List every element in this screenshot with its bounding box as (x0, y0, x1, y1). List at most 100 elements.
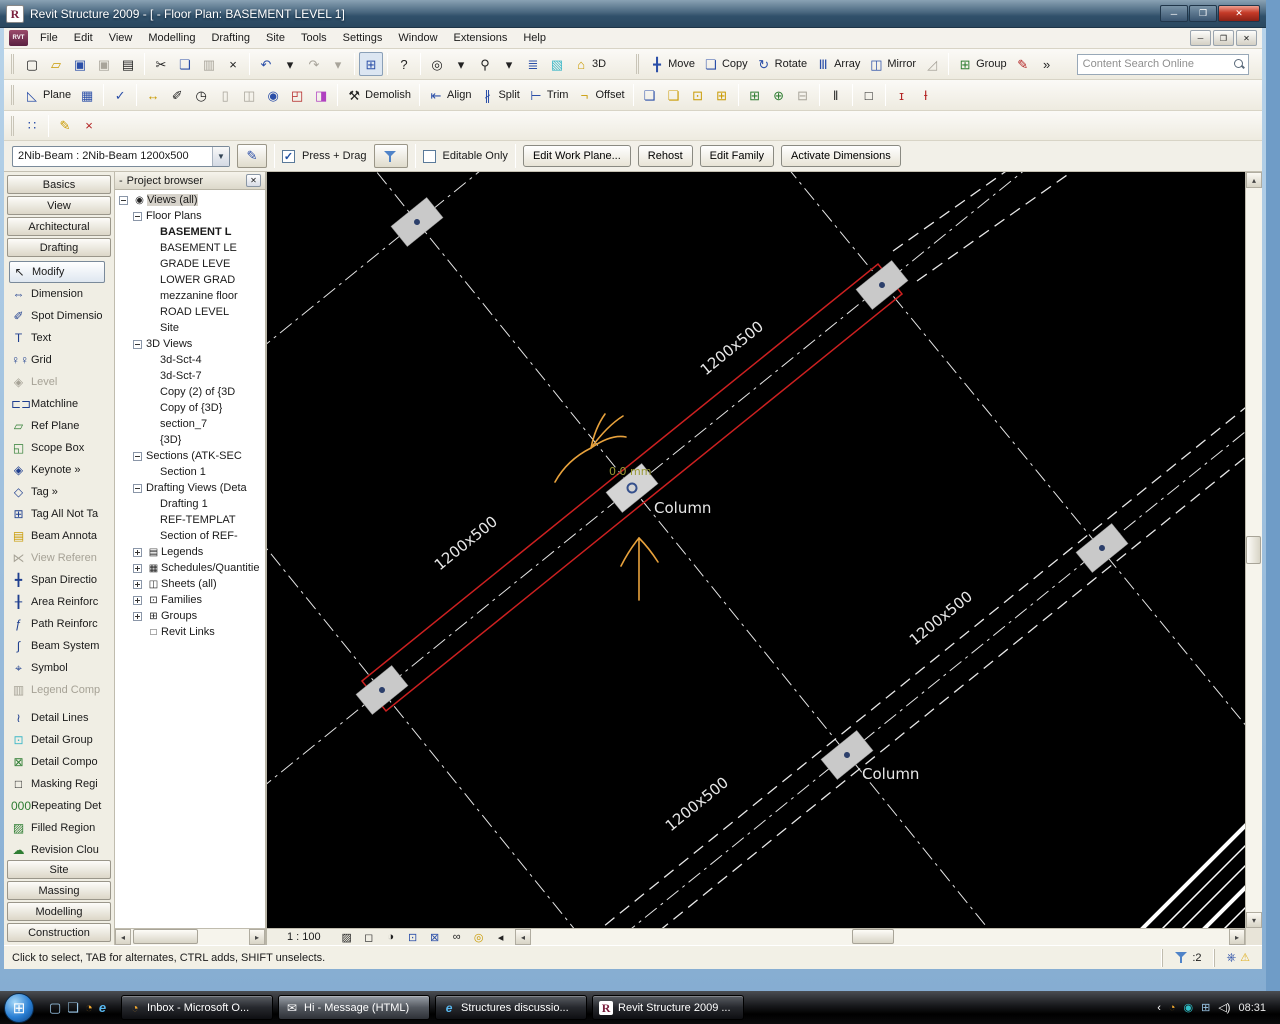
toolbar-button[interactable]: □ (857, 83, 881, 107)
model-graphics-icon[interactable]: ◻ (359, 931, 379, 944)
tree-item[interactable]: BASEMENT L (115, 224, 265, 240)
toolbar-button[interactable]: ⇤ Align (424, 83, 475, 107)
design-bar-tab[interactable]: Drafting (7, 238, 111, 257)
design-tool[interactable]: ⋉ View Referen (9, 547, 113, 569)
window-switcher-icon[interactable]: ❏ (67, 1000, 79, 1016)
press-drag-checkbox[interactable]: ✓ (282, 149, 295, 163)
toolbar-button[interactable]: ✐ (165, 83, 189, 107)
tree-item[interactable]: mezzanine floor (115, 288, 265, 304)
scroll-down-icon[interactable]: ▾ (1246, 912, 1262, 928)
taskbar-task-button[interactable]: R Revit Structure 2009 ... (592, 995, 745, 1020)
tray-chevron-icon[interactable]: ‹ (1157, 1002, 1161, 1014)
temporary-hide-icon[interactable]: ∞ (447, 931, 467, 943)
design-tool[interactable]: ▨ Filled Region (9, 817, 113, 839)
tree-expander-icon[interactable] (133, 483, 142, 493)
toolbar-button[interactable]: ⊢ Trim (524, 83, 573, 107)
show-desktop-icon[interactable]: ▢ (49, 1000, 61, 1016)
toolbar-button[interactable]: × (221, 52, 245, 76)
toolbar-grip[interactable] (11, 85, 15, 105)
tree-item[interactable]: Site (115, 320, 265, 336)
content-search-input[interactable] (1080, 57, 1233, 71)
toolbar-button[interactable]: ◷ (189, 83, 213, 107)
view-scale[interactable]: 1 : 100 (287, 931, 321, 943)
toolbar-button[interactable]: ❏ (173, 52, 197, 76)
messenger-tray-icon[interactable]: ◉ (1184, 1001, 1194, 1014)
toolbar-button[interactable]: ✂ (149, 52, 173, 76)
mdi-restore-button[interactable]: ❐ (1213, 30, 1234, 46)
design-tool[interactable]: ≀ Detail Lines (9, 707, 113, 729)
shadows-icon[interactable]: ◑ (381, 931, 401, 943)
design-tool[interactable]: ▥ Legend Comp (9, 679, 113, 701)
design-tool[interactable]: ⇔ Dimension (9, 283, 113, 305)
tree-item[interactable]: BASEMENT LE (115, 240, 265, 256)
mdi-minimize-button[interactable]: ─ (1190, 30, 1211, 46)
tree-item[interactable]: ◉ Views (all) (115, 192, 265, 208)
menu-item[interactable]: Edit (66, 29, 101, 47)
tree-item[interactable]: Drafting Views (Deta (115, 480, 265, 496)
detail-level-icon[interactable]: ▨ (337, 931, 357, 944)
toolbar-button[interactable]: ↷ (302, 52, 326, 76)
toolbar-button[interactable]: ❏ (638, 83, 662, 107)
type-selector[interactable]: 2Nib-Beam : 2Nib-Beam 1200x500 ▼ (12, 145, 230, 167)
chevron-down-icon[interactable]: ▼ (212, 146, 229, 166)
toolbar-button[interactable]: ↶ (254, 52, 278, 76)
menu-item[interactable]: Site (258, 29, 293, 47)
toolbar-button[interactable]: ⚒ Demolish (342, 83, 415, 107)
menu-item[interactable]: Drafting (203, 29, 258, 47)
taskbar-task-button[interactable]: ◔ Inbox - Microsoft O... (121, 995, 274, 1020)
filter-status-pane[interactable]: :2 (1162, 948, 1213, 967)
toolbar-button[interactable]: ⚲ (473, 52, 497, 76)
toolbar-button[interactable]: ◺ Plane (20, 83, 75, 107)
options-button[interactable]: Edit Work Plane... (522, 145, 631, 167)
outlook-launch-icon[interactable]: ◔ (85, 1000, 93, 1015)
toolbar-button[interactable]: ◫ Mirror (864, 52, 920, 76)
toolbar-button[interactable]: ∦ Split (475, 83, 523, 107)
tree-item[interactable]: 3D Views (115, 336, 265, 352)
design-tool[interactable]: ╋ Span Directio (9, 569, 113, 591)
menu-item[interactable]: Extensions (446, 29, 516, 47)
toolbar-button[interactable]: ▾ (497, 52, 521, 76)
toolbar-button[interactable]: ▦ (75, 83, 99, 107)
design-tool[interactable]: T Text (9, 327, 113, 349)
tree-item[interactable]: □ Revit Links (115, 624, 265, 640)
scroll-left-icon[interactable]: ◂ (115, 929, 131, 945)
design-tool[interactable]: ↖ Modify (9, 261, 105, 283)
toolbar-button[interactable]: ▱ (44, 52, 68, 76)
toolbar-button[interactable]: ▧ (545, 52, 569, 76)
design-bar-tab[interactable]: Construction (7, 923, 111, 942)
design-tool[interactable]: ⊠ Detail Compo (9, 751, 113, 773)
menu-item[interactable]: View (101, 29, 141, 47)
toolbar-button[interactable]: ✎ (1011, 52, 1035, 76)
toolbar-button[interactable]: ɪ (890, 83, 914, 107)
toolbar-button[interactable]: ? (392, 52, 416, 76)
tree-item[interactable]: Floor Plans (115, 208, 265, 224)
tree-item[interactable]: Section of REF- (115, 528, 265, 544)
tree-expander-icon[interactable] (133, 547, 142, 557)
design-tool[interactable]: ◈ Keynote » (9, 459, 113, 481)
toolbar-button[interactable]: ▾ (326, 52, 350, 76)
design-bar-tab[interactable]: Massing (7, 881, 111, 900)
design-tool[interactable]: ▱ Ref Plane (9, 415, 113, 437)
tree-expander-icon[interactable] (133, 451, 142, 461)
tree-item[interactable]: section_7 (115, 416, 265, 432)
close-icon[interactable]: ✕ (246, 174, 261, 187)
toolbar-button[interactable]: ✎ (53, 114, 77, 138)
toolbar-button[interactable]: ¬ Offset (572, 83, 628, 107)
toolbar-button[interactable]: Ɨ (914, 83, 938, 107)
design-tool[interactable]: ⊞ Tag All Not Ta (9, 503, 113, 525)
tree-expander-icon[interactable] (133, 595, 142, 605)
tree-expander-icon[interactable] (133, 579, 142, 589)
browser-horizontal-scrollbar[interactable]: ◂ ▸ (115, 928, 265, 945)
toolbar-button[interactable]: ▤ (116, 52, 140, 76)
menu-item[interactable]: Help (515, 29, 554, 47)
toolbar-button[interactable]: × (77, 114, 101, 138)
element-properties-button[interactable]: ✎ (237, 144, 267, 168)
toolbar-button[interactable]: ⊞ (743, 83, 767, 107)
design-bar-tab[interactable]: Site (7, 860, 111, 879)
outlook-tray-icon[interactable]: ◔ (1169, 1002, 1176, 1014)
toolbar-grip[interactable] (636, 54, 640, 74)
toolbar-button[interactable]: ⊡ (686, 83, 710, 107)
scroll-right-icon[interactable]: ▸ (249, 929, 265, 945)
restore-button[interactable]: ❐ (1189, 5, 1217, 22)
design-bar-tab[interactable]: Modelling (7, 902, 111, 921)
